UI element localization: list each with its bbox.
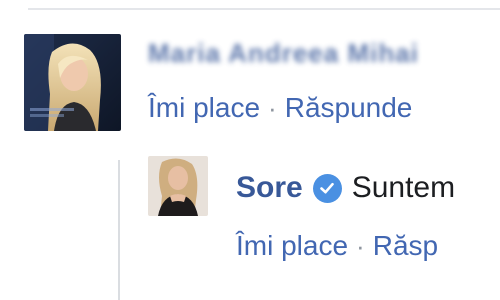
separator-dot: ·	[356, 230, 365, 261]
like-link[interactable]: Îmi place	[148, 92, 260, 124]
reply-actions: Îmi place · Răsp	[236, 230, 438, 262]
comments-section: Maria Andreea Mihai Îmi place · Răspunde…	[0, 0, 500, 300]
reply-link[interactable]: Răspunde	[285, 92, 413, 124]
reply-reply-link[interactable]: Răsp	[373, 230, 438, 262]
reply-header: Sore Suntem	[236, 168, 455, 208]
divider	[28, 8, 500, 10]
reply-author-avatar[interactable]	[148, 156, 208, 216]
separator-dot: ·	[268, 92, 277, 123]
comment-author-avatar[interactable]	[24, 34, 121, 131]
reply-text: Suntem	[351, 171, 456, 204]
comment-author-name[interactable]: Maria Andreea Mihai	[148, 38, 500, 70]
reply-author-name[interactable]: Sore	[236, 171, 303, 205]
verified-check-icon	[312, 173, 342, 203]
reply-like-link[interactable]: Îmi place	[236, 230, 348, 262]
comment-actions: Îmi place · Răspunde	[148, 92, 412, 124]
reply-thread-line	[118, 160, 120, 300]
